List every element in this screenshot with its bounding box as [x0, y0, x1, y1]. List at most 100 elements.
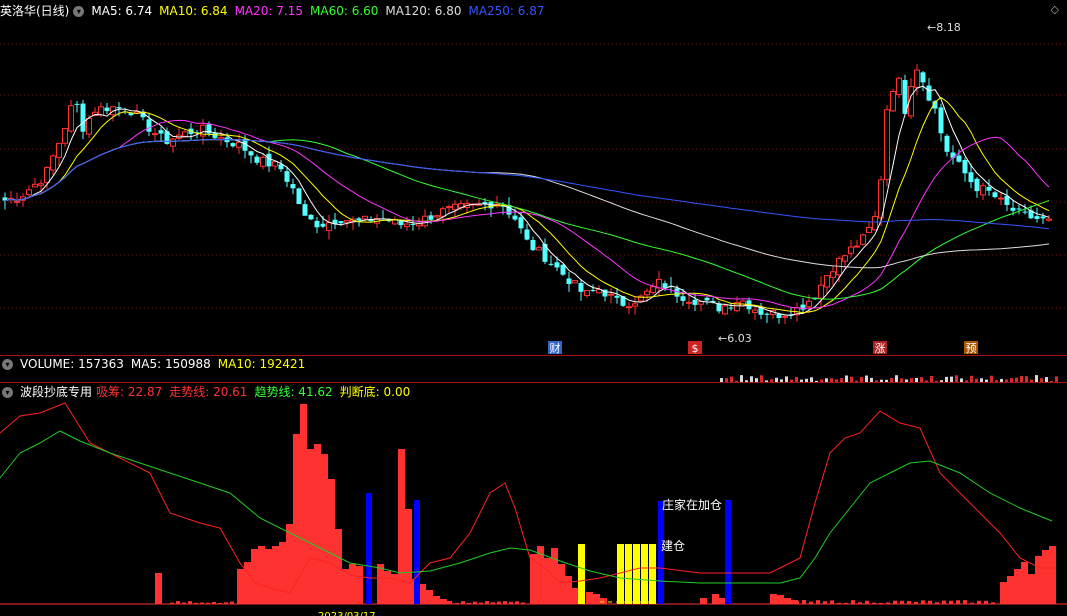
indicator-bar [830, 600, 834, 604]
indicator-bar [725, 500, 731, 604]
candle [944, 134, 950, 157]
candle-body [782, 315, 788, 318]
volume-bar [760, 375, 763, 382]
indicator-bar [497, 601, 501, 604]
indicator-bar [237, 569, 244, 604]
candle [152, 128, 158, 142]
candle-body [50, 155, 56, 171]
candle-body [974, 178, 980, 192]
candle [260, 154, 266, 170]
indicator-bar [586, 592, 593, 604]
candle [170, 137, 176, 153]
candle [728, 303, 734, 311]
candle-body [554, 262, 560, 268]
marker-text: 预 [966, 342, 977, 355]
candle-body [146, 119, 152, 132]
indicator-pane[interactable]: ▾ 波段抄底专用 吸筹: 22.87 走势线: 20.61 趋势线: 41.62 判断底:… [0, 383, 1067, 616]
candle-body [584, 290, 590, 297]
volume-pane[interactable]: ▾ VOLUME: 157363 MA5: 150988 MA10: 192421 [0, 356, 1067, 383]
candle [950, 145, 956, 165]
indicator-bar [230, 601, 234, 604]
candle [650, 283, 656, 295]
ma-line [4, 138, 1050, 269]
indicator-bar [600, 598, 607, 604]
indicator-bar [170, 602, 174, 604]
indicator-bar [1049, 546, 1056, 604]
indicator-bar [445, 601, 452, 604]
ma-line [4, 138, 1050, 230]
indicator-bar [984, 600, 988, 604]
candle [74, 101, 80, 113]
candle [350, 216, 356, 231]
candle-body [800, 304, 806, 310]
candle [1016, 204, 1022, 215]
date-label: 2023/03/17 [318, 611, 376, 616]
indicator-bar [405, 509, 412, 604]
indicator-bar [844, 602, 848, 604]
candle [800, 298, 806, 314]
candle-body [260, 156, 266, 167]
candle [452, 200, 458, 217]
candle [32, 177, 38, 188]
indicator-bar [155, 573, 162, 604]
candle [788, 306, 794, 320]
indicator-bar [816, 600, 820, 604]
volume-bar [740, 375, 743, 382]
candle-body [32, 183, 38, 188]
candle [548, 255, 554, 267]
candle [272, 161, 278, 171]
candle-body [764, 313, 770, 315]
candle [230, 142, 236, 148]
candle [104, 102, 110, 115]
indicator-bar [377, 564, 384, 604]
candle [986, 179, 992, 196]
indicator-bar [837, 602, 841, 604]
candle-body [326, 221, 332, 231]
indicator-bar [224, 602, 228, 604]
candle-body [296, 188, 302, 205]
marker-text: $ [692, 342, 699, 355]
indicator-bar [188, 601, 192, 604]
candle [938, 103, 944, 142]
candle-body [890, 91, 896, 112]
indicator-bar [515, 601, 519, 604]
candle-body [548, 263, 554, 265]
candlestick-chart: ←8.18 ←6.03 财 $ 涨 预 [0, 21, 1067, 355]
candle-body [248, 151, 254, 156]
candle-body [86, 117, 92, 135]
annotation-adding: 庄家在加仓 [662, 497, 722, 512]
candle-body [404, 223, 410, 228]
indicator-bar [419, 584, 426, 604]
candle [380, 209, 386, 220]
indicator-bar [956, 600, 960, 604]
volume-bar [955, 375, 958, 382]
candle [854, 240, 860, 248]
candle-body [752, 309, 758, 314]
candle-body [80, 103, 86, 132]
candle [314, 217, 320, 234]
indicator-bar [795, 601, 799, 604]
candle [20, 193, 26, 207]
candle-body [56, 142, 62, 158]
indicator-bar [414, 500, 420, 604]
candle-body [182, 131, 188, 137]
indicator-bar [949, 600, 953, 604]
candle-body [944, 135, 950, 152]
event-marker: 财 [548, 341, 562, 355]
candle-body [968, 172, 974, 183]
candle [56, 142, 62, 166]
candle [2, 192, 8, 210]
candle-body [104, 107, 110, 112]
candle [296, 187, 302, 205]
candle-body [980, 185, 986, 196]
candle [974, 177, 980, 198]
price-pane[interactable]: 英洛华(日线) ▾ MA5: 6.74 MA10: 6.84 MA20: 7.15 MA6… [0, 0, 1067, 355]
candle [134, 104, 140, 114]
candle-body [626, 306, 632, 309]
indicator-bar [712, 594, 719, 604]
indicator-bar [633, 544, 640, 604]
candle-body [152, 133, 158, 136]
candle-body [566, 278, 572, 285]
candle-body [728, 307, 734, 309]
candle-body [344, 220, 350, 223]
